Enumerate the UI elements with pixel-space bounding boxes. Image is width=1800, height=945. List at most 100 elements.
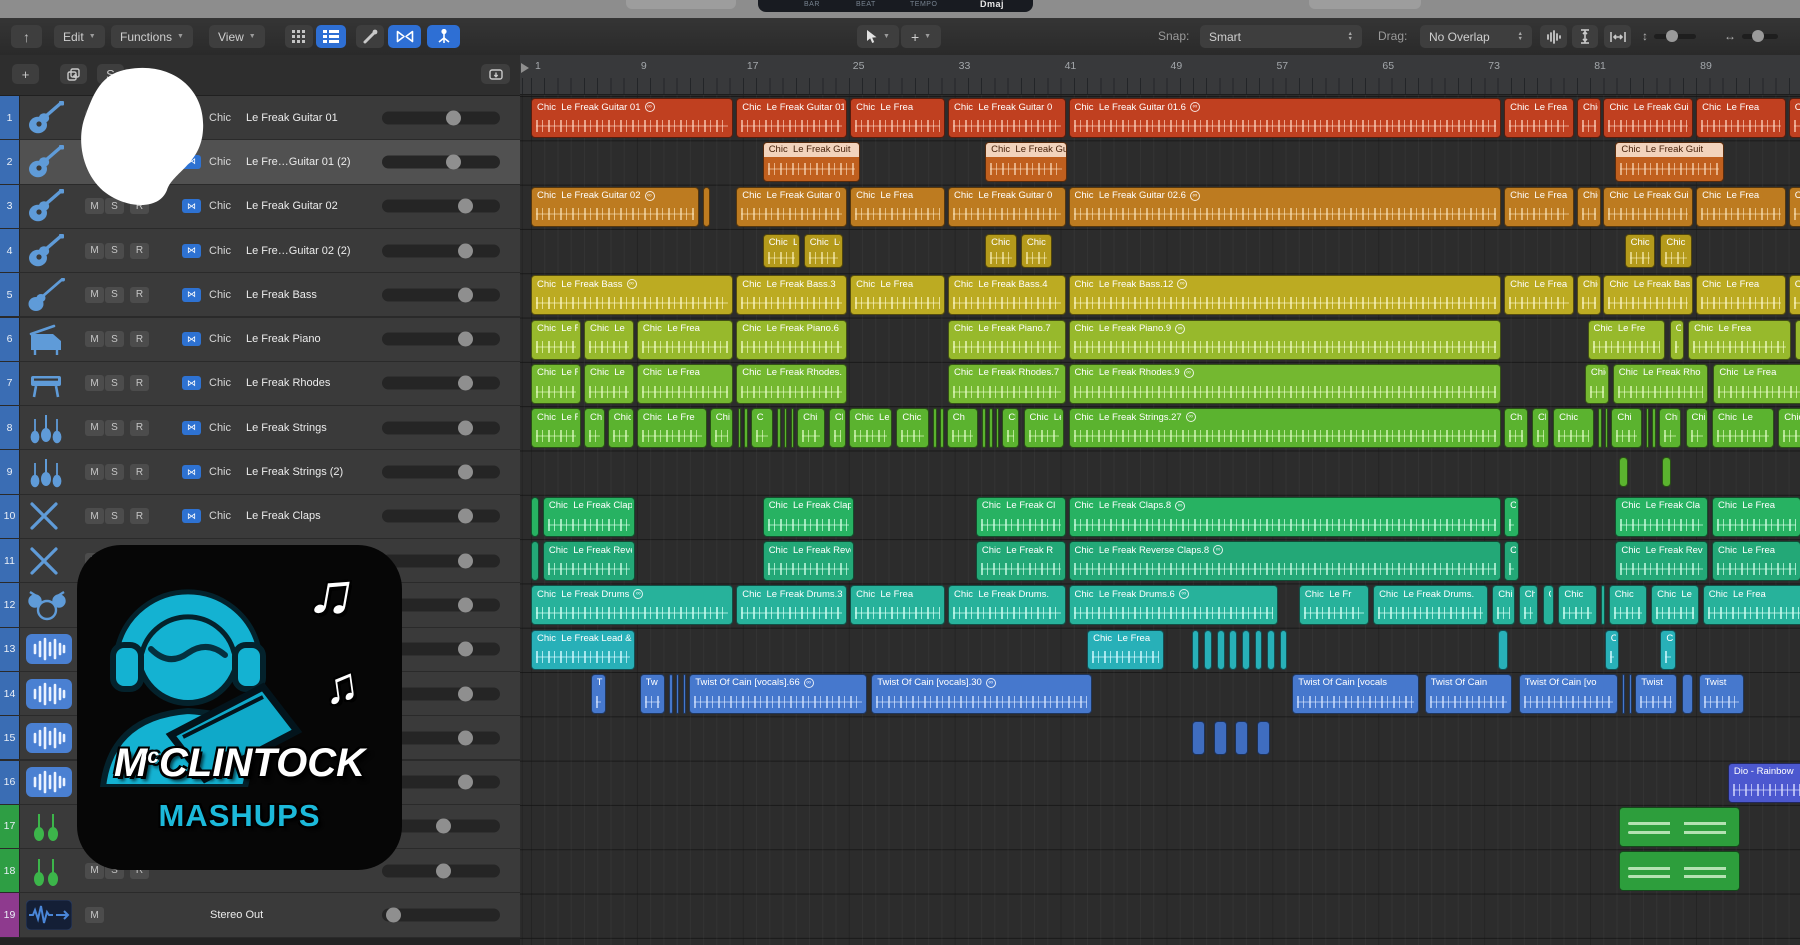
mute-button[interactable]: M bbox=[85, 287, 104, 303]
volume-slider[interactable] bbox=[382, 909, 500, 922]
region-twist-of-cain-vo[interactable]: Twist Of Cain [vo bbox=[1519, 674, 1618, 714]
region-chic-le-frea[interactable]: Chic Le Frea bbox=[637, 364, 733, 404]
volume-knob[interactable] bbox=[458, 199, 473, 214]
mute-button[interactable]: M bbox=[85, 154, 104, 170]
region-chic-le[interactable]: Chic Le bbox=[1024, 408, 1065, 448]
region-chic-le-freak-lead-[interactable]: Chic Le Freak Lead & bbox=[531, 630, 635, 670]
region-chic-le-frea[interactable]: Chic Le Frea bbox=[1696, 98, 1786, 138]
record-button[interactable]: R bbox=[130, 198, 149, 214]
volume-slider[interactable] bbox=[382, 554, 500, 567]
region-chic-le[interactable]: Chic Le bbox=[584, 320, 634, 360]
region-sliver[interactable] bbox=[738, 408, 742, 448]
track-loop-badge-icon[interactable]: ⋈ bbox=[182, 421, 201, 435]
region-sliver[interactable] bbox=[1280, 630, 1288, 670]
volume-slider[interactable] bbox=[382, 421, 500, 434]
solo-button[interactable]: S bbox=[105, 287, 124, 303]
glue-tool-button[interactable] bbox=[356, 25, 384, 48]
region-chic-le-freak-gui[interactable]: Chic Le Freak Gui bbox=[985, 142, 1067, 182]
track-name[interactable]: Le Freak Rhodes bbox=[246, 377, 330, 389]
region-sliver[interactable] bbox=[1622, 674, 1626, 714]
region-chic-le-freak-reverse[interactable]: Chic Le Freak Reverse bbox=[543, 541, 636, 581]
track-loop-badge-icon[interactable]: ⋈ bbox=[182, 376, 201, 390]
track-number[interactable]: 11 bbox=[0, 539, 20, 582]
track-loop-badge-icon[interactable]: ⋈ bbox=[182, 509, 201, 523]
track-header-row-1[interactable]: 1MSR⋈ChicLe Freak Guitar 01 bbox=[0, 96, 520, 139]
region-chic-le-frea[interactable]: Chic Le Frea bbox=[1504, 275, 1574, 315]
region-chic-le-fr[interactable]: Chic Le Fr bbox=[531, 408, 581, 448]
track-number[interactable]: 5 bbox=[0, 273, 20, 316]
region-sliver[interactable] bbox=[784, 408, 788, 448]
region-chic-le-freak-guit[interactable]: Chic Le Freak Guit bbox=[763, 142, 861, 182]
solo-button[interactable]: S bbox=[105, 464, 124, 480]
region-sliver[interactable] bbox=[1192, 630, 1200, 670]
volume-slider[interactable] bbox=[382, 377, 500, 390]
region-chic-le-freak-claps-[interactable]: Chic Le Freak Claps. bbox=[763, 497, 854, 537]
region-chic-le[interactable]: Chic Le bbox=[584, 364, 634, 404]
region-sliver[interactable] bbox=[933, 408, 937, 448]
region-chic-le-freak-bass-4[interactable]: Chic Le Freak Bass.4 bbox=[948, 275, 1066, 315]
solo-button[interactable]: S bbox=[105, 198, 124, 214]
track-number[interactable]: 15 bbox=[0, 716, 20, 759]
region-chic-le-freak-guitar-01[interactable]: Chic Le Freak Guitar 01 bbox=[736, 98, 847, 138]
track-number[interactable]: 16 bbox=[0, 761, 20, 804]
grid-view-button[interactable] bbox=[285, 25, 313, 48]
solo-button[interactable]: S bbox=[105, 508, 124, 524]
region-chic[interactable]: Chic bbox=[710, 408, 734, 448]
region-c[interactable]: C bbox=[1543, 585, 1555, 625]
volume-knob[interactable] bbox=[458, 376, 473, 391]
region-c[interactable]: C bbox=[1605, 630, 1619, 670]
track-number[interactable]: 17 bbox=[0, 805, 20, 848]
volume-knob[interactable] bbox=[458, 420, 473, 435]
track-list-view-button[interactable] bbox=[316, 25, 346, 48]
region-chi[interactable]: Chi bbox=[1519, 585, 1539, 625]
volume-knob[interactable] bbox=[458, 332, 473, 347]
record-button[interactable]: R bbox=[130, 420, 149, 436]
region-chic-le[interactable]: Chic Le bbox=[1660, 234, 1692, 268]
volume-slider[interactable] bbox=[382, 244, 500, 257]
volume-knob[interactable] bbox=[436, 819, 451, 834]
volume-slider[interactable] bbox=[382, 466, 500, 479]
region-chic-le-freak-reverse-claps-8[interactable]: Chic Le Freak Reverse Claps.8∞ bbox=[1069, 541, 1502, 581]
volume-slider[interactable] bbox=[382, 155, 500, 168]
region-chic-le-frea[interactable]: Chic Le Frea bbox=[1087, 630, 1164, 670]
region-chic-le-frea[interactable]: Chic Le Frea bbox=[1712, 541, 1800, 581]
volume-knob[interactable] bbox=[458, 243, 473, 258]
region-c[interactable]: C bbox=[1660, 630, 1676, 670]
region-chic[interactable]: Chic bbox=[1553, 408, 1594, 448]
region-ch[interactable]: Ch bbox=[829, 408, 846, 448]
secondary-tool-selector[interactable]: + ▼ bbox=[901, 25, 941, 48]
region-chic-le-freak-r[interactable]: Chic Le Freak R bbox=[976, 541, 1066, 581]
region-sliver[interactable] bbox=[1601, 585, 1605, 625]
region-chic[interactable]: Chic bbox=[1585, 364, 1609, 404]
region-twist-of-cain-vocals-30[interactable]: Twist Of Cain [vocals].30∞ bbox=[871, 674, 1092, 714]
track-header-row-19[interactable]: 19MStereo Out bbox=[0, 893, 520, 936]
functions-menu[interactable]: Functions▼ bbox=[111, 25, 193, 48]
region-chic-le-freak-piano-7[interactable]: Chic Le Freak Piano.7 bbox=[948, 320, 1066, 360]
back-button[interactable]: ↑ bbox=[11, 25, 42, 48]
region-chic-le-freak-rever[interactable]: Chic Le Freak Rever bbox=[763, 541, 854, 581]
track-name[interactable]: Le Freak Bass bbox=[246, 289, 317, 301]
region-sliver[interactable] bbox=[989, 408, 993, 448]
region-sliver[interactable] bbox=[1498, 630, 1508, 670]
region-chic-le-freak-guitar-0[interactable]: Chic Le Freak Guitar 0 bbox=[736, 187, 847, 227]
region-chic-le-freak-guitar-02[interactable]: Chic Le Freak Guitar 02∞ bbox=[531, 187, 699, 227]
volume-knob[interactable] bbox=[446, 154, 461, 169]
split-tool-button[interactable] bbox=[427, 25, 460, 48]
view-menu[interactable]: View▼ bbox=[209, 25, 265, 48]
duplicate-track-button[interactable] bbox=[60, 64, 87, 84]
horizontal-zoom-slider[interactable]: ↔ bbox=[1724, 29, 1778, 43]
region-chic-le-fr[interactable]: Chic Le Fr bbox=[1299, 585, 1369, 625]
s-button[interactable]: S bbox=[97, 64, 124, 84]
region-sliver[interactable] bbox=[683, 674, 687, 714]
region-sliver[interactable] bbox=[676, 674, 680, 714]
region-chic-le-frea[interactable]: Chic Le Frea bbox=[1504, 98, 1574, 138]
panel-toggle-button[interactable] bbox=[481, 64, 510, 84]
record-button[interactable]: R bbox=[130, 331, 149, 347]
region-c[interactable]: C bbox=[1670, 320, 1684, 360]
region-chic[interactable]: Chic bbox=[1577, 187, 1601, 227]
region-chic-le-frea[interactable]: Chic Le Frea bbox=[1712, 497, 1800, 537]
region-chic-le-freak-drums[interactable]: Chic Le Freak Drums∞ bbox=[531, 585, 733, 625]
track-number[interactable]: 14 bbox=[0, 672, 20, 715]
region-chic-le-freak-gui[interactable]: Chic Le Freak Gui bbox=[1603, 98, 1693, 138]
region-sliver[interactable] bbox=[1682, 674, 1694, 714]
